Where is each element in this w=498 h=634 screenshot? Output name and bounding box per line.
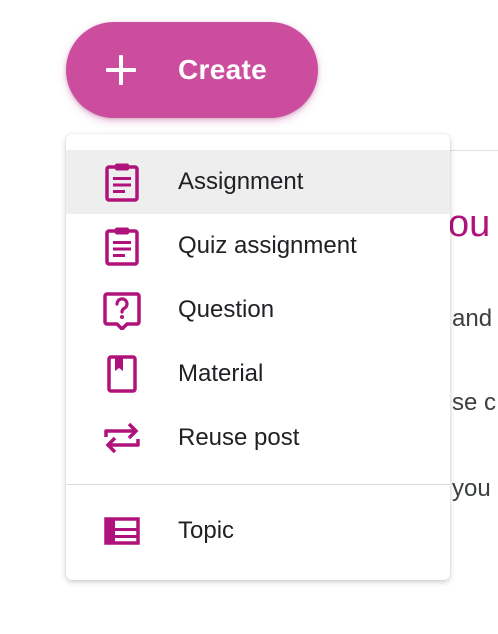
material-icon (107, 355, 137, 393)
menu-item-label: Question (178, 296, 275, 323)
menu-item-quiz-assignment[interactable]: Quiz assignment (66, 214, 450, 278)
background-text-line: se c (452, 389, 497, 416)
question-icon (103, 292, 141, 330)
background-heading: ou (448, 203, 491, 245)
menu-item-assignment[interactable]: Assignment (66, 150, 450, 214)
menu-item-material[interactable]: Material (66, 342, 450, 406)
menu-item-label: Quiz assignment (178, 232, 357, 259)
menu-item-reuse-post[interactable]: Reuse post (66, 406, 450, 470)
assignment-icon (105, 163, 139, 202)
background-text-line: you (452, 475, 491, 502)
menu-item-label: Material (178, 360, 264, 387)
plus-icon (106, 55, 136, 85)
quiz-assignment-icon (105, 227, 139, 266)
menu-item-label: Assignment (178, 168, 304, 195)
menu-item-label: Reuse post (178, 424, 300, 451)
menu-item-question[interactable]: Question (66, 278, 450, 342)
reuse-post-icon (104, 422, 140, 454)
create-button-label: Create (178, 54, 267, 85)
create-button[interactable]: Create (66, 22, 318, 118)
background-divider (448, 150, 498, 151)
menu-item-label: Topic (178, 517, 235, 544)
background-text-line: and (452, 305, 493, 332)
create-menu: Assignment Quiz assignment Question Mate… (66, 134, 450, 580)
topic-icon (104, 517, 140, 545)
menu-divider (66, 484, 450, 485)
menu-item-topic[interactable]: Topic (66, 499, 450, 563)
